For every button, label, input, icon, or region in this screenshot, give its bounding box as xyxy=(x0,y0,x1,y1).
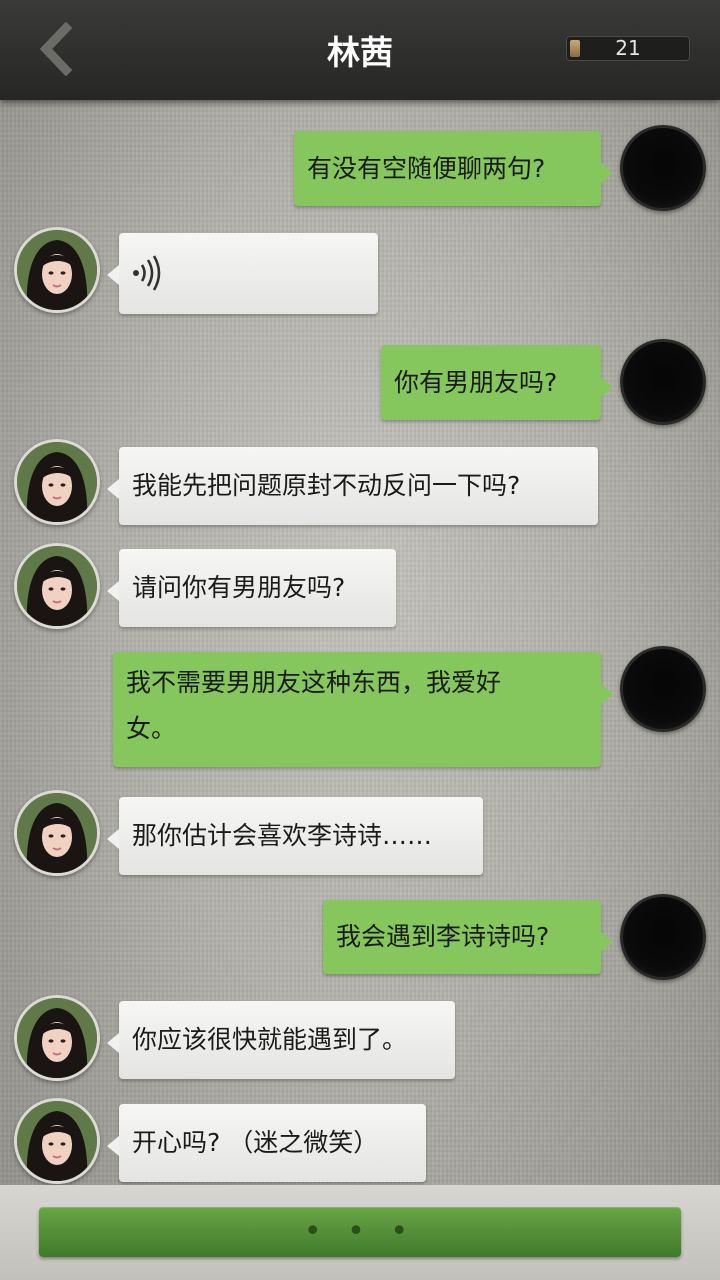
top-bar: 林茜 21 xyxy=(0,0,720,100)
contact-avatar[interactable] xyxy=(14,543,100,629)
message-text: 请问你有男朋友吗? xyxy=(132,573,346,602)
incoming-message: 我能先把问题原封不动反问一下吗? xyxy=(107,447,598,525)
message-text: 你应该很快就能遇到了。 xyxy=(132,1025,408,1054)
girl-portrait-icon xyxy=(17,442,97,522)
message-text-line-1: 我不需要男朋友这种东西，我爱好 xyxy=(126,668,502,697)
self-avatar[interactable] xyxy=(620,894,706,980)
outgoing-message: 你有男朋友吗? xyxy=(381,345,613,420)
outgoing-message: 我不需要男朋友这种东西，我爱好 女。 xyxy=(113,652,613,767)
contact-avatar[interactable] xyxy=(14,1098,100,1184)
self-avatar[interactable] xyxy=(620,339,706,425)
outgoing-message: 有没有空随便聊两句? xyxy=(294,131,613,206)
message-text: 那你估计会喜欢李诗诗…… xyxy=(132,821,433,850)
incoming-message: 开心吗? （迷之微笑） xyxy=(107,1104,426,1182)
contact-avatar[interactable] xyxy=(14,790,100,876)
contact-avatar[interactable] xyxy=(14,227,100,313)
message-text: 我能先把问题原封不动反问一下吗? xyxy=(132,471,521,500)
girl-portrait-icon xyxy=(17,998,97,1078)
message-text: 我会遇到李诗诗吗? xyxy=(336,922,550,951)
reply-button[interactable]: • • • xyxy=(39,1207,681,1257)
girl-portrait-icon xyxy=(17,793,97,873)
counter-badge: 21 xyxy=(566,36,690,61)
contact-avatar[interactable] xyxy=(14,439,100,525)
incoming-message: 请问你有男朋友吗? xyxy=(107,549,396,627)
message-text: 开心吗? （迷之微笑） xyxy=(132,1128,379,1157)
girl-portrait-icon xyxy=(17,230,97,310)
self-avatar[interactable] xyxy=(620,125,706,211)
message-text: 你有男朋友吗? xyxy=(394,368,558,397)
message-list[interactable]: 有没有空随便聊两句? 你有男朋友吗? 我能先把问题原封不动反问一下吗? 请问你有… xyxy=(0,100,720,1185)
outgoing-message: 我会遇到李诗诗吗? xyxy=(323,900,613,974)
incoming-message: 你应该很快就能遇到了。 xyxy=(107,1001,455,1079)
voice-wave-icon xyxy=(133,255,161,291)
girl-portrait-icon xyxy=(17,546,97,626)
incoming-message: 那你估计会喜欢李诗诗…… xyxy=(107,797,483,875)
reply-panel: • • • xyxy=(0,1185,720,1280)
message-text-line-2: 女。 xyxy=(126,714,177,743)
message-text: 有没有空随便聊两句? xyxy=(307,154,546,183)
contact-avatar[interactable] xyxy=(14,995,100,1081)
counter-value: 21 xyxy=(615,36,641,60)
typing-dots-icon: • • • xyxy=(303,1214,417,1249)
incoming-voice-message[interactable] xyxy=(107,233,378,314)
girl-portrait-icon xyxy=(17,1101,97,1181)
self-avatar[interactable] xyxy=(620,646,706,732)
